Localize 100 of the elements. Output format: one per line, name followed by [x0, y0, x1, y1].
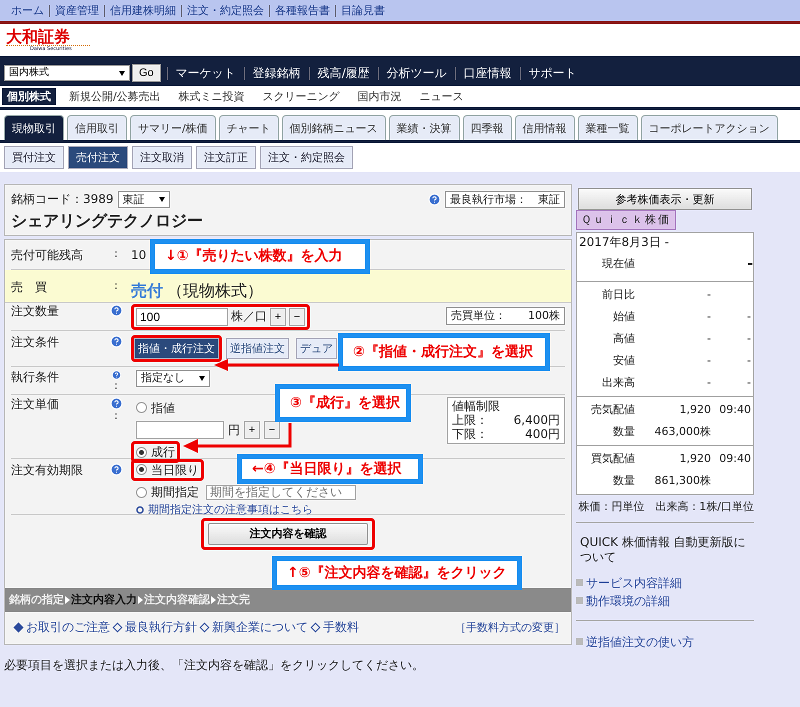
confirm-button[interactable]: 注文内容を確認	[208, 522, 368, 545]
tab[interactable]: 信用取引	[67, 115, 127, 140]
help-icon[interactable]	[110, 304, 122, 317]
minus-button[interactable]: −	[289, 308, 305, 326]
sub-tab[interactable]: 注文訂正	[196, 146, 256, 170]
colon: :	[114, 380, 118, 391]
plus-button[interactable]: +	[244, 420, 260, 439]
order-type-button[interactable]: デュア	[296, 338, 337, 359]
tab[interactable]: 現物取引	[4, 115, 64, 140]
tab[interactable]: コーポレートアクション	[640, 115, 778, 140]
execution-select[interactable]: 指定なし	[136, 370, 210, 387]
quote-value: -	[706, 376, 711, 390]
field-label: 執行条件	[11, 370, 60, 386]
trade-type: 売付	[131, 280, 163, 300]
quote-value: 1,920	[678, 452, 711, 466]
quantity-field[interactable]: 100	[136, 308, 228, 326]
quote-value: 1,920	[678, 403, 711, 417]
top-link[interactable]: 各種報告書	[269, 4, 335, 16]
top-link[interactable]: 資産管理	[49, 4, 104, 16]
callout: ↓①『売りたい株数』を入力	[150, 239, 370, 274]
radio-option[interactable]: 成行	[136, 444, 175, 460]
footer-link[interactable]: お取引のご注意	[26, 620, 110, 635]
top-link[interactable]: 注文・約定照会	[181, 4, 269, 16]
price-field[interactable]	[136, 420, 224, 439]
tab[interactable]: 個別銘柄ニュース	[282, 115, 386, 140]
period-note-link[interactable]: 期間指定注文の注意事項はこちら	[148, 503, 313, 517]
subnav-item[interactable]: 国内市況	[352, 88, 407, 106]
limit-value: 400円	[525, 427, 560, 442]
limit-title: 値幅制限	[452, 398, 501, 413]
plus-button[interactable]: +	[270, 308, 286, 326]
quote-label: 数量	[612, 474, 635, 488]
subnav-item[interactable]: 新規公開/公募売出	[64, 88, 166, 106]
fee-link[interactable]: ［手数料方式の変更］	[455, 620, 565, 634]
subnav-item[interactable]: スクリーニング	[258, 88, 345, 106]
footer-link[interactable]: 手数料	[323, 620, 359, 635]
radio-option[interactable]: 当日限り	[136, 462, 199, 477]
radio-option[interactable]: 期間指定	[136, 484, 199, 500]
top-link[interactable]: ホーム	[6, 4, 49, 16]
order-type-button[interactable]: 逆指値注文	[226, 338, 289, 359]
quote-label: 現在値	[601, 257, 635, 271]
help-icon[interactable]	[428, 192, 441, 206]
caret-icon	[119, 70, 125, 76]
quote-time: 09:40	[718, 403, 751, 417]
footer-link[interactable]: 最良執行方針	[125, 620, 197, 635]
tab[interactable]: 四季報	[462, 115, 512, 140]
side-link[interactable]: 逆指値注文の使い方	[576, 632, 760, 651]
step-label: 注文内容入力	[71, 592, 137, 606]
minus-button[interactable]: −	[264, 420, 280, 439]
quote-time: 09:40	[718, 452, 751, 466]
quote-time: -	[746, 376, 751, 390]
step-arrow-icon	[211, 596, 216, 604]
sub-tab[interactable]: 買付注文	[4, 146, 64, 170]
refresh-button[interactable]: 参考株価表示・更新	[578, 188, 752, 210]
quote-label: 安値	[612, 354, 635, 368]
help-icon[interactable]	[110, 462, 122, 476]
callout: ←④『当日限り』を選択	[237, 454, 423, 484]
tab[interactable]: 業績・決算	[388, 115, 460, 140]
side-link[interactable]: サービス内容詳細	[576, 574, 760, 592]
field-label: 売付可能残高	[11, 248, 84, 264]
nav-item[interactable]: マーケット	[166, 66, 244, 80]
sub-tab[interactable]: 売付注文	[68, 146, 128, 170]
order-type-button[interactable]: 指値・成行注文	[134, 338, 219, 359]
limit-label: 下限：	[452, 427, 488, 442]
subnav-item[interactable]: 株式ミニ投資	[174, 88, 250, 106]
subnav-item[interactable]: 個別株式	[2, 88, 56, 106]
radio-option[interactable]: 指値	[136, 400, 175, 415]
logo[interactable]: 大和証券	[6, 28, 90, 46]
help-icon[interactable]	[110, 396, 122, 410]
sub-tab[interactable]: 注文取消	[132, 146, 192, 170]
tab[interactable]: サマリー/株価	[130, 115, 216, 140]
help-icon[interactable]	[110, 334, 122, 348]
nav-item[interactable]: 口座情報	[454, 66, 520, 80]
go-button[interactable]: Go	[132, 64, 161, 82]
side-link[interactable]: 動作環境の詳細	[576, 592, 760, 610]
exchange-select[interactable]: 東証	[118, 190, 170, 208]
nav-item[interactable]: 残高/履歴	[308, 66, 378, 80]
colon: :	[114, 410, 118, 421]
stock-name: シェアリングテクノロジー	[11, 211, 203, 230]
quick-tab[interactable]: Ｑｕｉｃｋ株価	[576, 210, 676, 230]
nav-item[interactable]: サポート	[520, 66, 585, 80]
top-link[interactable]: 信用建株明細	[104, 4, 181, 16]
nav-item[interactable]: 分析ツール	[378, 66, 455, 80]
tab[interactable]: チャート	[218, 115, 279, 140]
sub-tab[interactable]: 注文・約定照会	[260, 146, 353, 170]
field-label: 注文数量	[11, 304, 60, 320]
quote-time: -	[746, 310, 751, 324]
market-select[interactable]: 国内株式	[4, 65, 130, 81]
nav-item[interactable]: 登録銘柄	[244, 66, 309, 80]
step-arrow-icon	[65, 596, 70, 604]
subnav-item[interactable]: ニュース	[414, 88, 469, 106]
quote-label: 高値	[612, 332, 635, 346]
tab[interactable]: 信用情報	[514, 115, 575, 140]
help-icon[interactable]	[110, 370, 122, 380]
caret-icon	[158, 196, 165, 202]
tab[interactable]: 業種一覧	[578, 115, 638, 140]
top-link[interactable]: 目論見書	[335, 4, 390, 16]
period-field[interactable]: 期間を指定してください	[206, 484, 356, 500]
bullet-icon	[136, 506, 144, 514]
quote-value: -	[706, 288, 711, 302]
footer-link[interactable]: 新興企業について	[212, 620, 308, 635]
